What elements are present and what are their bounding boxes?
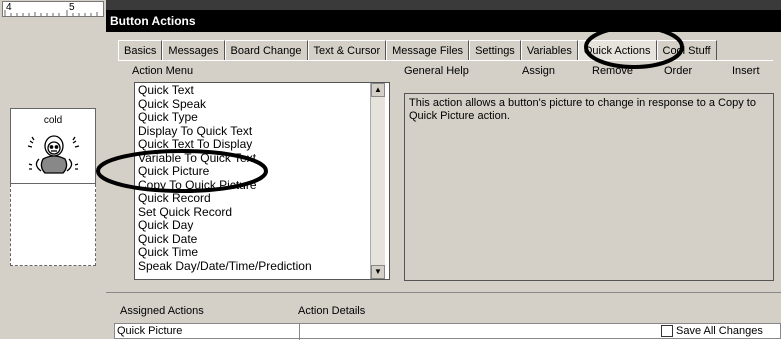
list-item-quick-picture[interactable]: Quick Picture	[138, 164, 389, 179]
tab-message-files[interactable]: Message Files	[386, 40, 470, 60]
button-actions-dialog: Button Actions Basics Messages Board Cha…	[106, 0, 781, 340]
list-item[interactable]: Copy To Quick Picture	[138, 178, 389, 193]
help-panel: This action allows a button's picture to…	[404, 93, 774, 281]
assign-button[interactable]: Assign	[522, 65, 555, 77]
tab-quick-actions[interactable]: Quick Actions	[577, 40, 657, 60]
list-item[interactable]: Quick Record	[138, 191, 389, 206]
tab-panel-border	[118, 60, 773, 61]
checkbox-icon[interactable]	[661, 325, 673, 337]
action-details-label: Action Details	[298, 305, 366, 317]
scroll-down-icon[interactable]: ▼	[371, 265, 385, 279]
action-menu-label: Action Menu	[132, 65, 194, 77]
list-item[interactable]: Quick Type	[138, 110, 389, 125]
symbol-button-cold[interactable]: cold	[10, 108, 96, 184]
tab-text-cursor[interactable]: Text & Cursor	[307, 40, 387, 60]
list-item[interactable]: Quick Text	[138, 83, 389, 98]
column-divider	[299, 324, 300, 340]
remove-button[interactable]: Remove	[592, 65, 633, 77]
tab-strip: Basics Messages Board Change Text & Curs…	[118, 40, 717, 60]
list-scrollbar[interactable]: ▲ ▼	[370, 83, 385, 279]
general-help-button[interactable]: General Help	[404, 65, 469, 77]
tab-variables[interactable]: Variables	[520, 40, 578, 60]
symbol-label: cold	[43, 115, 63, 126]
assigned-actions-row[interactable]: Quick Picture Save All Changes	[114, 323, 781, 340]
cold-figure-icon	[27, 135, 80, 174]
list-item[interactable]: Speak Day/Date/Time/Prediction	[138, 259, 389, 274]
ruler-ticks	[4, 10, 98, 16]
tab-basics[interactable]: Basics	[118, 40, 163, 60]
list-item[interactable]: Quick Speak	[138, 97, 389, 112]
help-text: This action allows a button's picture to…	[409, 97, 756, 122]
tab-messages[interactable]: Messages	[162, 40, 225, 60]
board-editor-strip: 4 5 cold	[0, 0, 106, 339]
empty-button-cell[interactable]	[10, 184, 96, 266]
tab-board-change[interactable]: Board Change	[224, 40, 308, 60]
list-item[interactable]: Quick Date	[138, 232, 389, 247]
ruler: 4 5	[2, 1, 104, 17]
list-item[interactable]: Set Quick Record	[138, 205, 389, 220]
insert-button[interactable]: Insert	[732, 65, 760, 77]
assigned-action-value[interactable]: Quick Picture	[117, 325, 182, 337]
list-item[interactable]: Quick Text To Display	[138, 137, 389, 152]
divider	[106, 292, 781, 293]
list-item[interactable]: Display To Quick Text	[138, 124, 389, 139]
action-menu-list[interactable]: Quick Text Quick Speak Quick Type Displa…	[134, 82, 390, 280]
assigned-actions-label: Assigned Actions	[120, 305, 204, 317]
save-all-changes-label: Save All Changes	[676, 325, 763, 337]
window-top-strip	[106, 0, 781, 10]
tab-settings[interactable]: Settings	[469, 40, 521, 60]
dialog-title: Button Actions	[106, 10, 781, 32]
save-all-changes-checkbox[interactable]: Save All Changes	[661, 325, 763, 337]
list-item[interactable]: Quick Time	[138, 245, 389, 260]
order-button[interactable]: Order	[664, 65, 692, 77]
scroll-up-icon[interactable]: ▲	[371, 83, 385, 97]
tab-cool-stuff[interactable]: Cool Stuff	[656, 40, 717, 60]
list-item[interactable]: Variable To Quick Text	[138, 151, 389, 166]
list-item[interactable]: Quick Day	[138, 218, 389, 233]
